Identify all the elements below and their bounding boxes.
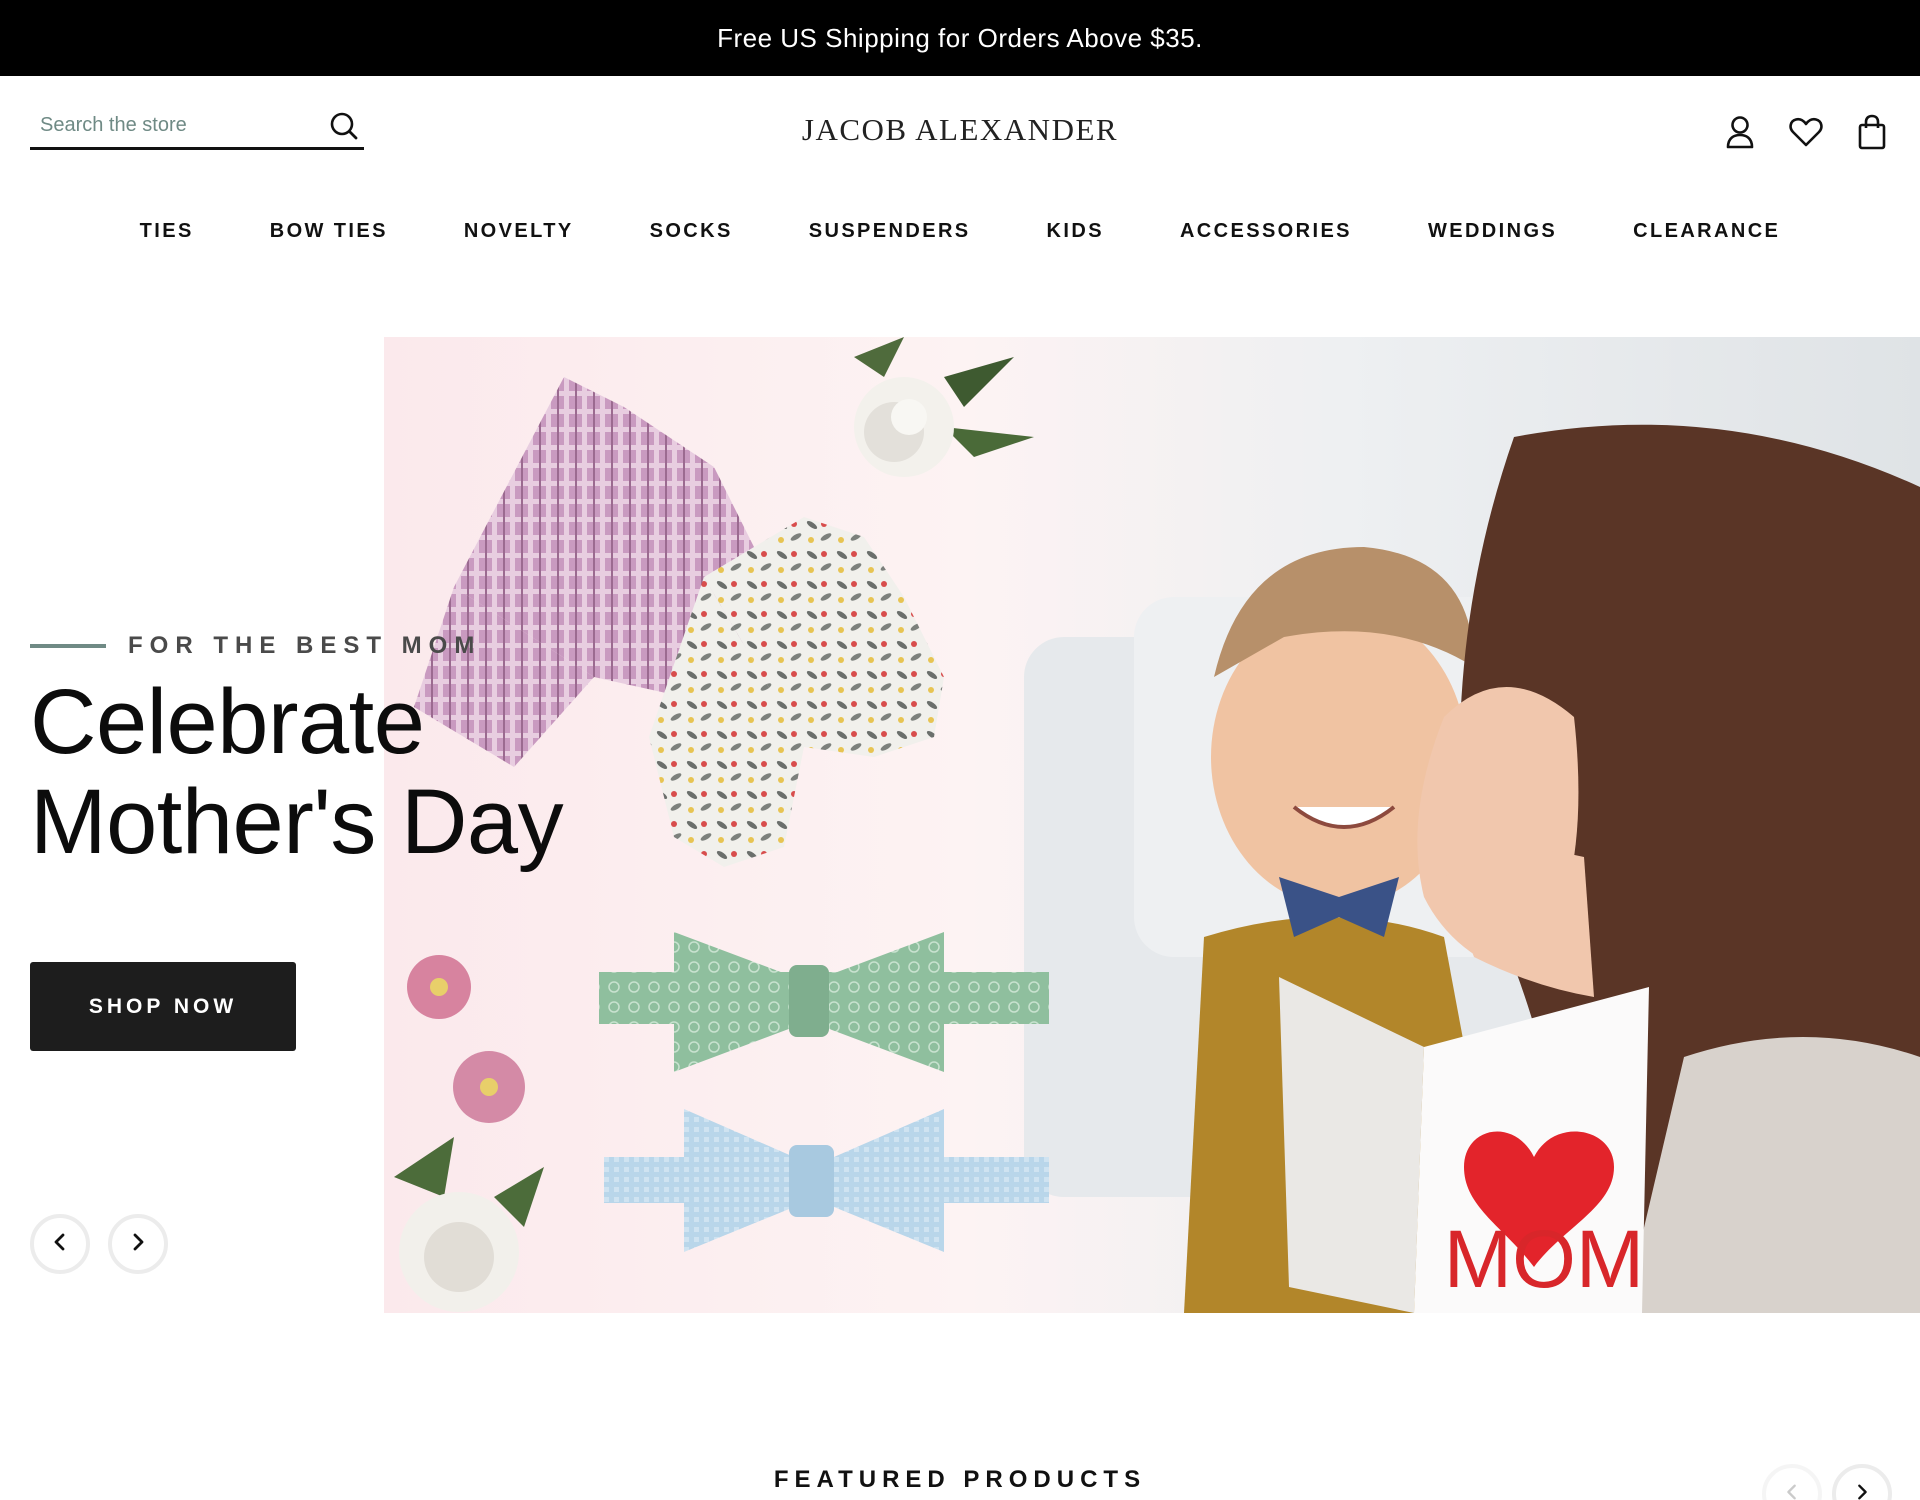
kicker-text: FOR THE BEST MOM xyxy=(128,632,482,659)
header-actions xyxy=(1722,112,1890,152)
nav-item-ties[interactable]: TIES xyxy=(102,214,232,249)
announcement-bar: Free US Shipping for Orders Above $35. xyxy=(0,0,1920,76)
nav-item-socks[interactable]: SOCKS xyxy=(612,214,771,249)
chevron-right-icon xyxy=(1853,1483,1871,1500)
featured-products-heading: FEATURED PRODUCTS xyxy=(773,1466,1147,1493)
chevron-right-icon xyxy=(128,1232,148,1257)
nav-item-accessories[interactable]: ACCESSORIES xyxy=(1142,214,1390,249)
card-mom-text: MOM xyxy=(1444,1214,1644,1305)
brand-logo[interactable]: JACOB ALEXANDER xyxy=(700,112,1220,148)
main-nav: TIES BOW TIES NOVELTY SOCKS SUSPENDERS K… xyxy=(0,214,1920,249)
cart-bag-icon[interactable] xyxy=(1854,112,1890,152)
shop-now-button[interactable]: SHOP NOW xyxy=(30,962,296,1051)
kicker-accent-line xyxy=(30,644,106,648)
search-box xyxy=(30,104,364,150)
nav-item-suspenders[interactable]: SUSPENDERS xyxy=(771,214,1009,249)
search-icon[interactable] xyxy=(324,106,364,146)
wishlist-heart-icon[interactable] xyxy=(1788,112,1824,152)
headline-line-2: Mother's Day xyxy=(30,771,564,873)
announcement-text: Free US Shipping for Orders Above $35. xyxy=(717,22,1203,53)
slider-next-button[interactable] xyxy=(108,1214,168,1274)
chevron-left-icon xyxy=(50,1232,70,1257)
account-icon[interactable] xyxy=(1722,112,1758,152)
hero-kicker: FOR THE BEST MOM xyxy=(30,632,481,660)
nav-item-bow-ties[interactable]: BOW TIES xyxy=(232,214,426,249)
headline-line-1: Celebrate xyxy=(30,671,425,773)
nav-item-clearance[interactable]: CLEARANCE xyxy=(1595,214,1818,249)
nav-item-kids[interactable]: KIDS xyxy=(1009,214,1142,249)
search-input[interactable] xyxy=(30,114,300,137)
slider-prev-button[interactable] xyxy=(30,1214,90,1274)
hero-headline: Celebrate Mother's Day xyxy=(30,672,670,872)
chevron-left-icon xyxy=(1783,1483,1801,1500)
nav-item-weddings[interactable]: WEDDINGS xyxy=(1390,214,1595,249)
nav-item-novelty[interactable]: NOVELTY xyxy=(426,214,612,249)
